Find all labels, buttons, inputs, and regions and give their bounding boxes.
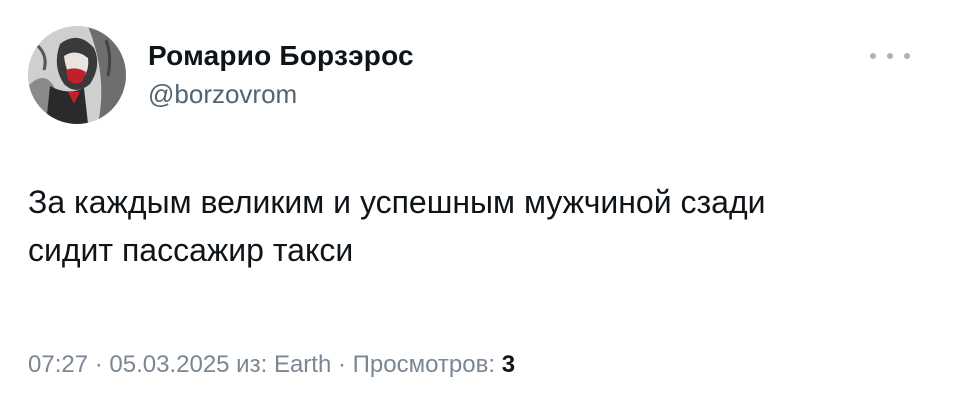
user-names: Ромарио Борзэрос @borzovrom bbox=[148, 39, 414, 111]
source-label: из: bbox=[229, 351, 274, 378]
tweet-text: За каждым великим и успешным мужчиной сз… bbox=[28, 178, 938, 274]
avatar[interactable] bbox=[28, 26, 126, 124]
more-dot bbox=[887, 53, 893, 59]
tweet-header: Ромарио Борзэрос @borzovrom bbox=[28, 26, 414, 124]
tweet-date[interactable]: 05.03.2025 bbox=[109, 351, 229, 378]
more-dot bbox=[870, 53, 876, 59]
tweet-source: Earth bbox=[273, 351, 332, 378]
tweet-text-line: За каждым великим и успешным мужчиной сз… bbox=[28, 184, 766, 220]
tweet-meta: 07:27 · 05.03.2025 из: Earth · Просмотро… bbox=[28, 350, 515, 380]
tweet-card: Ромарио Борзэрос @borzovrom За каждым ве… bbox=[0, 0, 960, 400]
more-dot bbox=[904, 53, 910, 59]
display-name[interactable]: Ромарио Борзэрос bbox=[148, 39, 414, 73]
views-count: 3 bbox=[501, 351, 516, 378]
tweet-time[interactable]: 07:27 bbox=[28, 351, 88, 378]
meta-separator: · bbox=[331, 351, 353, 378]
tweet-text-line: сидит пассажир такси bbox=[28, 232, 354, 268]
views-label: Просмотров: bbox=[352, 351, 502, 378]
user-handle[interactable]: @borzovrom bbox=[148, 77, 414, 111]
meta-separator: · bbox=[88, 351, 110, 378]
more-horizontal-icon[interactable] bbox=[870, 46, 910, 66]
